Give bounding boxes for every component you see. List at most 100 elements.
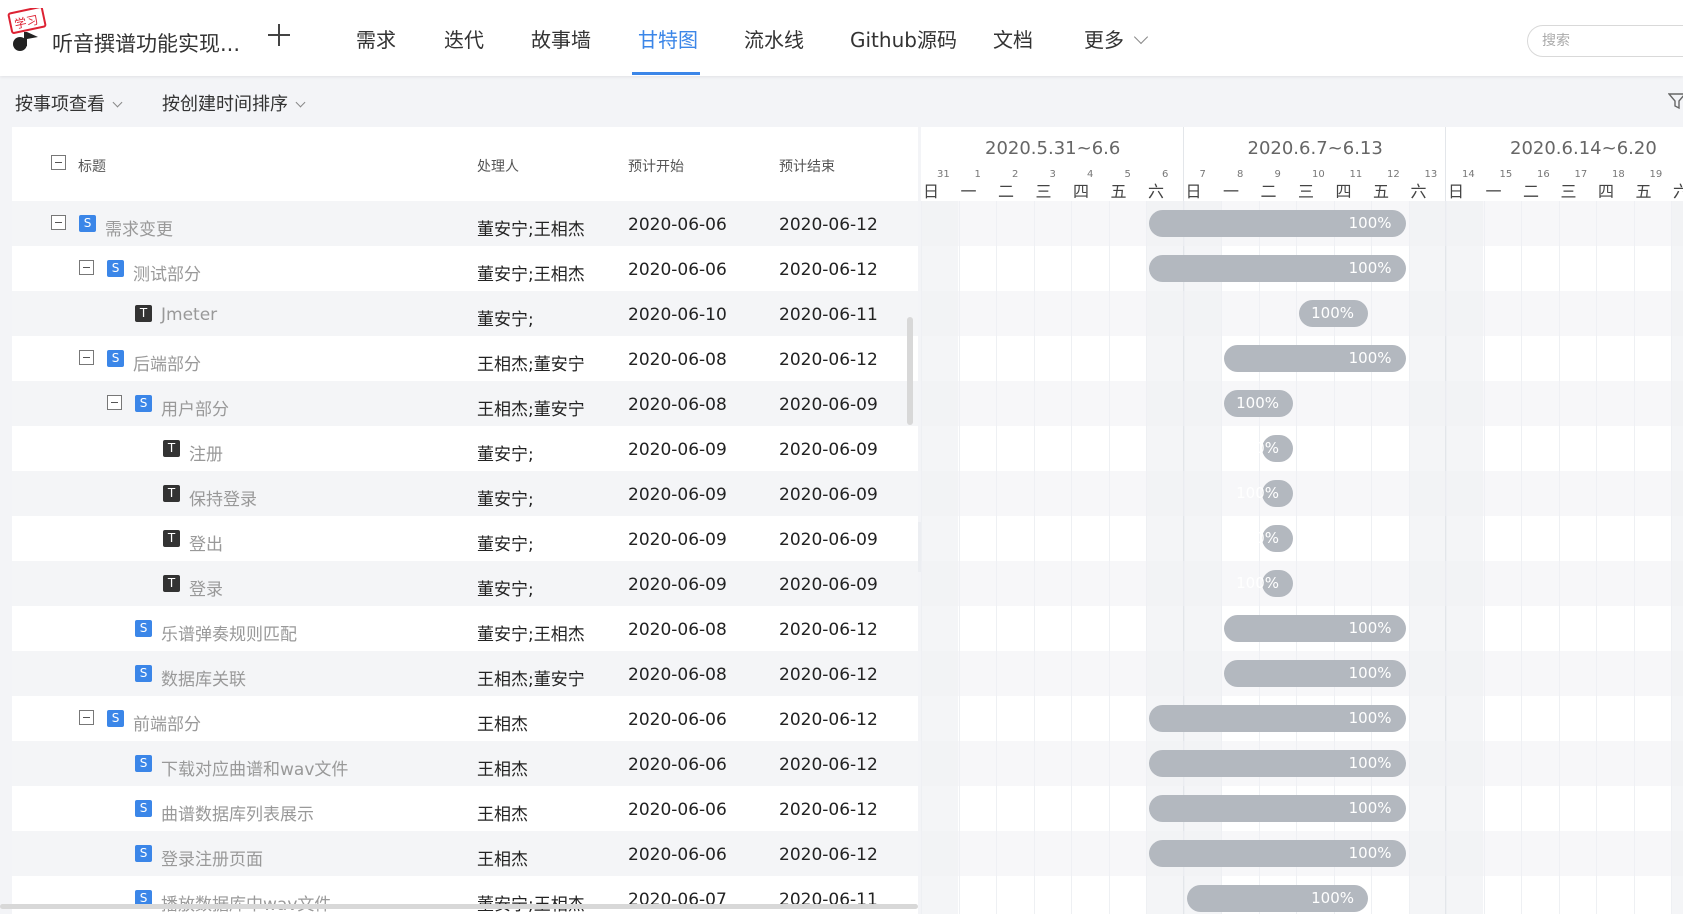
tab-requirements[interactable]: 需求 [356,24,396,53]
column-assignee[interactable]: 处理人 [477,156,519,176]
gantt-bar[interactable]: 100% [1224,390,1293,417]
row-title[interactable]: 登出 [189,530,223,555]
bar-progress-label: 100% [1311,889,1354,907]
row-title[interactable]: 需求变更 [105,215,173,240]
row-start-date: 2020-06-08 [628,395,727,415]
table-horizontal-scrollbar[interactable] [0,904,918,909]
gantt-bar[interactable]: 100% [1149,210,1406,237]
gantt-bar[interactable]: 100% [1236,525,1293,552]
task-type-icon: T [163,575,180,592]
tab-iterations[interactable]: 迭代 [444,24,484,53]
bar-progress-label: 100% [1348,664,1392,682]
gantt-bar[interactable]: 100% [1149,705,1406,732]
column-start[interactable]: 预计开始 [628,156,684,176]
gantt-bar[interactable]: 100% [1236,435,1293,462]
sort-by-label: 按创建时间排序 [162,94,288,115]
bar-progress-label: 100% [1348,799,1392,817]
gantt-chart: 31 日 1 一 2 二 3 三 4 四 5 五 6 六 7 日 8 一 9 二 10 三 11 四 12 五 13 六 14 日 15 一 1… [921,127,1683,914]
filter-icon[interactable] [1668,92,1683,110]
row-title[interactable]: 前端部分 [133,710,201,735]
gantt-bar[interactable]: 100% [1236,480,1293,507]
table-row[interactable]: T 登出 董安宁; 2020-06-09 2020-06-09 [12,516,918,561]
add-button[interactable] [262,18,296,52]
row-start-date: 2020-06-10 [628,305,727,325]
weekday-label: 二 [998,182,1015,201]
table-row[interactable]: T Jmeter 董安宁; 2020-06-10 2020-06-11 [12,291,918,336]
row-start-date: 2020-06-06 [628,215,727,235]
row-title[interactable]: 下载对应曲谱和wav文件 [161,755,348,780]
row-end-date: 2020-06-12 [779,665,878,685]
row-title[interactable]: 数据库关联 [161,665,246,690]
tab-docs[interactable]: 文档 [993,24,1033,53]
row-title[interactable]: 保持登录 [189,485,257,510]
row-title[interactable]: 后端部分 [133,350,201,375]
column-end[interactable]: 预计结束 [779,156,835,176]
gantt-bar[interactable]: 100% [1224,660,1406,687]
tab-github-source[interactable]: Github源码 [850,24,957,53]
row-end-date: 2020-06-09 [779,575,878,595]
row-title[interactable]: 测试部分 [133,260,201,285]
story-type-icon: S [107,350,124,367]
search-box[interactable] [1527,25,1683,57]
vertical-scrollbar[interactable] [907,317,913,425]
bar-progress-label: 100% [1348,259,1392,277]
row-title[interactable]: 登录注册页面 [161,845,263,870]
collapse-toggle[interactable] [79,260,94,275]
task-type-icon: T [163,530,180,547]
tab-pipeline[interactable]: 流水线 [744,24,804,53]
row-title[interactable]: 播放数据库中wav文件 [161,890,331,914]
table-row[interactable]: S 数据库关联 王相杰;董安宁 2020-06-08 2020-06-12 [12,651,918,696]
story-type-icon: S [135,665,152,682]
gantt-bar[interactable]: 100% [1149,750,1406,777]
row-assignee: 董安宁; [477,580,534,600]
row-assignee: 董安宁;王相杰 [477,265,585,285]
sort-by-dropdown[interactable]: 按创建时间排序 [162,90,306,116]
table-row[interactable]: T 注册 董安宁; 2020-06-09 2020-06-09 [12,426,918,471]
tab-more[interactable]: 更多 [1084,24,1149,53]
gantt-bar[interactable]: 100% [1149,795,1406,822]
table-row[interactable]: S 登录注册页面 王相杰 2020-06-06 2020-06-12 [12,831,918,876]
tab-gantt[interactable]: 甘特图 [638,24,698,53]
table-row[interactable]: T 登录 董安宁; 2020-06-09 2020-06-09 [12,561,918,606]
collapse-toggle[interactable] [79,350,94,365]
top-header: 学习 听音撰谱功能实现... 需求 迭代 故事墙 甘特图 流水线 Github源… [0,0,1683,76]
gantt-bar[interactable]: 100% [1224,345,1406,372]
row-assignee: 王相杰 [477,850,528,870]
view-by-dropdown[interactable]: 按事项查看 [15,90,123,116]
table-row[interactable]: S 测试部分 董安宁;王相杰 2020-06-06 2020-06-12 [12,246,918,291]
gantt-bar[interactable]: 100% [1149,840,1406,867]
row-title[interactable]: 注册 [189,440,223,465]
column-title[interactable]: 标题 [78,156,106,176]
weekday-label: 日 [923,182,940,201]
gantt-bar[interactable]: 100% [1149,255,1406,282]
table-row[interactable]: S 需求变更 董安宁;王相杰 2020-06-06 2020-06-12 [12,201,918,246]
project-title[interactable]: 听音撰谱功能实现... [52,28,240,58]
table-row[interactable]: T 保持登录 董安宁; 2020-06-09 2020-06-09 [12,471,918,516]
collapse-toggle[interactable] [79,710,94,725]
row-start-date: 2020-06-09 [628,530,727,550]
task-type-icon: T [135,305,152,322]
table-row[interactable]: S 下载对应曲谱和wav文件 王相杰 2020-06-06 2020-06-12 [12,741,918,786]
gantt-bar[interactable]: 100% [1186,885,1368,912]
row-end-date: 2020-06-09 [779,530,878,550]
search-input[interactable] [1540,32,1683,50]
row-title[interactable]: 用户部分 [161,395,229,420]
collapse-toggle[interactable] [107,395,122,410]
tab-story-wall[interactable]: 故事墙 [531,24,591,53]
week-range-label: 2020.6.14~6.20 [1510,138,1657,159]
gantt-bar[interactable]: 100% [1224,615,1406,642]
table-row[interactable]: S 乐谱弹奏规则匹配 董安宁;王相杰 2020-06-08 2020-06-12 [12,606,918,651]
collapse-toggle[interactable] [51,215,66,230]
table-row[interactable]: S 后端部分 王相杰;董安宁 2020-06-08 2020-06-12 [12,336,918,381]
table-row[interactable]: S 曲谱数据库列表展示 王相杰 2020-06-06 2020-06-12 [12,786,918,831]
row-assignee: 王相杰;董安宁 [477,670,585,690]
row-title[interactable]: Jmeter [161,305,217,325]
collapse-all-toggle[interactable] [51,155,66,170]
row-title[interactable]: 乐谱弹奏规则匹配 [161,620,297,645]
table-row[interactable]: S 用户部分 王相杰;董安宁 2020-06-08 2020-06-09 [12,381,918,426]
row-title[interactable]: 曲谱数据库列表展示 [161,800,314,825]
table-row[interactable]: S 前端部分 王相杰 2020-06-06 2020-06-12 [12,696,918,741]
gantt-bar[interactable]: 100% [1236,570,1293,597]
gantt-bar[interactable]: 100% [1299,300,1368,327]
row-title[interactable]: 登录 [189,575,223,600]
